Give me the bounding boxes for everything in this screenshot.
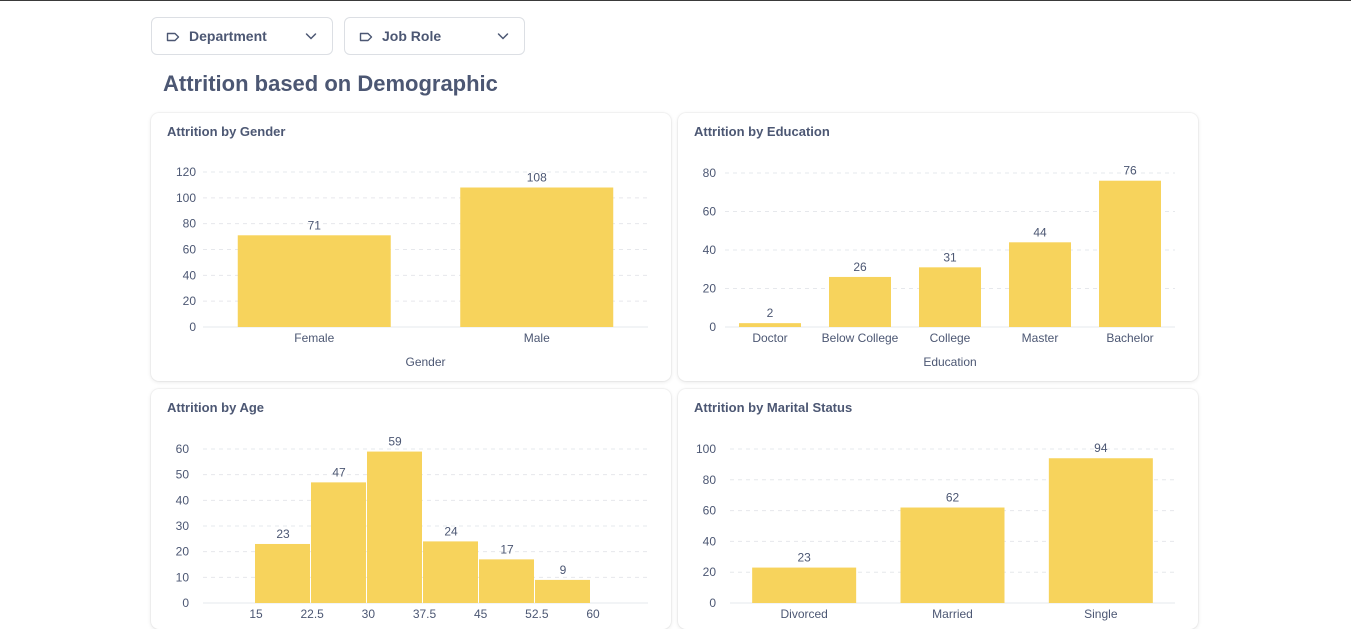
- x-tick-label: Male: [524, 331, 550, 345]
- education-chart: 0 20 40 60 80 2 Doctor 26 Below College 31 College…: [703, 164, 1175, 369]
- y-tick-label: 40: [183, 268, 197, 282]
- y-tick-label: 20: [183, 294, 197, 308]
- bar: [423, 541, 478, 603]
- marital-chart-card: Attrition by Marital Status 0 20 40 60 80 100…: [678, 389, 1198, 629]
- gender-chart: 0 20 40 60 80 100 120 71 Female 108 Male Gender: [176, 165, 648, 369]
- data-label: 31: [943, 250, 957, 264]
- data-label: 26: [853, 260, 867, 274]
- data-label: 44: [1033, 225, 1047, 239]
- y-tick-label: 80: [703, 473, 717, 487]
- bar: [919, 267, 981, 327]
- y-tick-label: 100: [696, 442, 716, 456]
- chevron-down-icon: [304, 29, 318, 43]
- department-filter[interactable]: Department: [151, 17, 333, 55]
- x-tick-label: 30: [362, 607, 376, 621]
- data-label: 23: [797, 551, 811, 565]
- data-label: 23: [276, 527, 290, 541]
- data-label: 62: [946, 491, 960, 505]
- x-tick-label: Bachelor: [1106, 331, 1153, 345]
- data-label: 9: [560, 563, 567, 577]
- y-tick-label: 60: [183, 243, 197, 257]
- job-role-filter[interactable]: Job Role: [344, 17, 525, 55]
- tag-icon: [166, 30, 180, 42]
- y-tick-label: 60: [176, 442, 190, 456]
- x-axis-label: Education: [923, 355, 976, 369]
- age-chart-card: Attrition by Age 0 10 20 30 40 50 60 15 22.5 30 37…: [151, 389, 671, 629]
- bar: [1009, 242, 1071, 327]
- bar: [237, 235, 391, 327]
- x-tick-label: 52.5: [525, 607, 549, 621]
- data-label: 59: [388, 435, 402, 449]
- y-tick-label: 50: [176, 468, 190, 482]
- data-label: 76: [1123, 164, 1137, 178]
- age-chart: 0 10 20 30 40 50 60 15 22.5 30 37.5 45 52.5 60 23 47 59 2…: [176, 435, 648, 621]
- bar: [739, 323, 801, 327]
- y-tick-label: 20: [703, 565, 717, 579]
- chevron-down-icon: [496, 29, 510, 43]
- bar: [535, 579, 590, 603]
- tag-icon: [359, 30, 373, 42]
- bar: [752, 567, 857, 603]
- x-tick-label: Below College: [822, 331, 899, 345]
- x-tick-label: College: [930, 331, 971, 345]
- y-tick-label: 80: [703, 166, 717, 180]
- x-tick-label: Doctor: [752, 331, 787, 345]
- x-tick-label: Female: [294, 331, 334, 345]
- y-tick-label: 120: [176, 165, 196, 179]
- y-tick-label: 0: [709, 320, 716, 334]
- x-axis-label: Gender: [405, 355, 445, 369]
- y-tick-label: 60: [703, 504, 717, 518]
- bar: [255, 543, 310, 603]
- bar: [311, 482, 366, 603]
- bar: [460, 187, 614, 327]
- y-tick-label: 0: [709, 596, 716, 610]
- x-tick-label: 37.5: [413, 607, 437, 621]
- y-tick-label: 40: [703, 534, 717, 548]
- department-filter-label: Department: [189, 28, 267, 44]
- data-label: 24: [444, 524, 458, 538]
- x-tick-label: Master: [1022, 331, 1059, 345]
- y-tick-label: 10: [176, 570, 190, 584]
- y-tick-label: 30: [176, 519, 190, 533]
- bar: [1099, 180, 1161, 327]
- y-tick-label: 20: [703, 282, 717, 296]
- data-label: 108: [527, 171, 547, 185]
- y-tick-label: 0: [189, 320, 196, 334]
- data-label: 2: [767, 306, 774, 320]
- y-tick-label: 60: [703, 205, 717, 219]
- data-label: 94: [1094, 441, 1108, 455]
- x-tick-label: 22.5: [300, 607, 324, 621]
- y-tick-label: 20: [176, 545, 190, 559]
- bar: [479, 559, 534, 603]
- education-chart-card: Attrition by Education 0 20 40 60 80 2 Doctor 2…: [678, 113, 1198, 381]
- marital-status-chart: 0 20 40 60 80 100 23 Divorced 62 Married 94 Single: [696, 441, 1175, 621]
- y-tick-label: 40: [176, 493, 190, 507]
- bar: [367, 451, 422, 603]
- y-tick-label: 0: [182, 596, 189, 610]
- x-tick-label: 60: [586, 607, 600, 621]
- x-tick-label: Married: [932, 607, 973, 621]
- x-tick-label: Single: [1084, 607, 1118, 621]
- x-tick-label: 15: [249, 607, 263, 621]
- y-tick-label: 80: [183, 217, 197, 231]
- data-label: 71: [308, 218, 322, 232]
- data-label: 47: [332, 465, 346, 479]
- y-tick-label: 100: [176, 191, 196, 205]
- x-tick-label: Divorced: [780, 607, 827, 621]
- gender-chart-card: Attrition by Gender 0 20 40 60 80 100 120 71 Fem…: [151, 113, 671, 381]
- section-title: Attrition based on Demographic: [163, 71, 498, 96]
- bar: [1048, 458, 1153, 603]
- x-tick-label: 45: [474, 607, 488, 621]
- bar: [900, 507, 1005, 603]
- data-label: 17: [500, 542, 514, 556]
- bar: [829, 276, 891, 327]
- y-tick-label: 40: [703, 243, 717, 257]
- job-role-filter-label: Job Role: [382, 28, 442, 44]
